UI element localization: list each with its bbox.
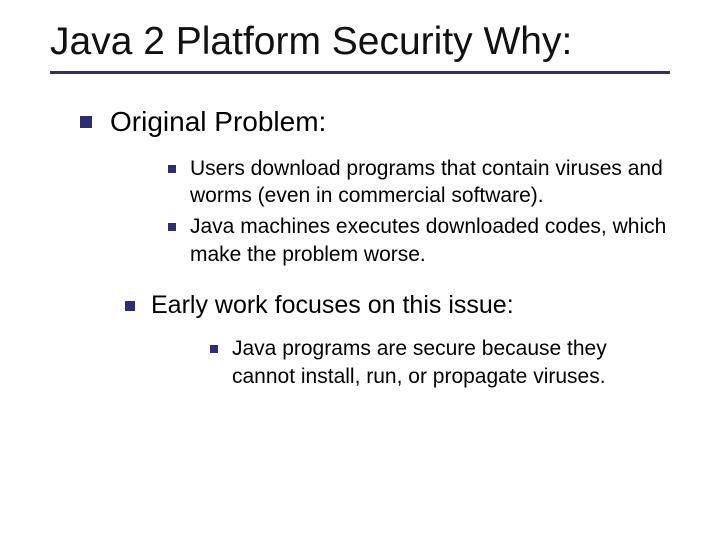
slide-title: Java 2 Platform Security Why: — [50, 20, 670, 65]
square-bullet-icon — [168, 223, 176, 231]
list-item: Early work focuses on this issue: — [125, 290, 670, 321]
list-item-text: Early work focuses on this issue: — [151, 290, 514, 321]
list-item-text: Users download programs that contain vir… — [190, 155, 670, 210]
list-item-text: Original Problem: — [110, 104, 326, 139]
square-bullet-icon — [210, 345, 218, 353]
list-item: Users download programs that contain vir… — [168, 155, 670, 210]
list-item: Java programs are secure because they ca… — [210, 335, 670, 390]
square-bullet-icon — [125, 301, 135, 311]
square-bullet-icon — [168, 165, 176, 173]
list-item: Java machines executes downloaded codes,… — [168, 213, 670, 268]
list-item-text: Java programs are secure because they ca… — [232, 335, 670, 390]
title-underline — [50, 71, 670, 74]
square-bullet-icon — [80, 116, 92, 128]
list-item: Original Problem: — [80, 104, 670, 139]
list-item-text: Java machines executes downloaded codes,… — [190, 213, 670, 268]
